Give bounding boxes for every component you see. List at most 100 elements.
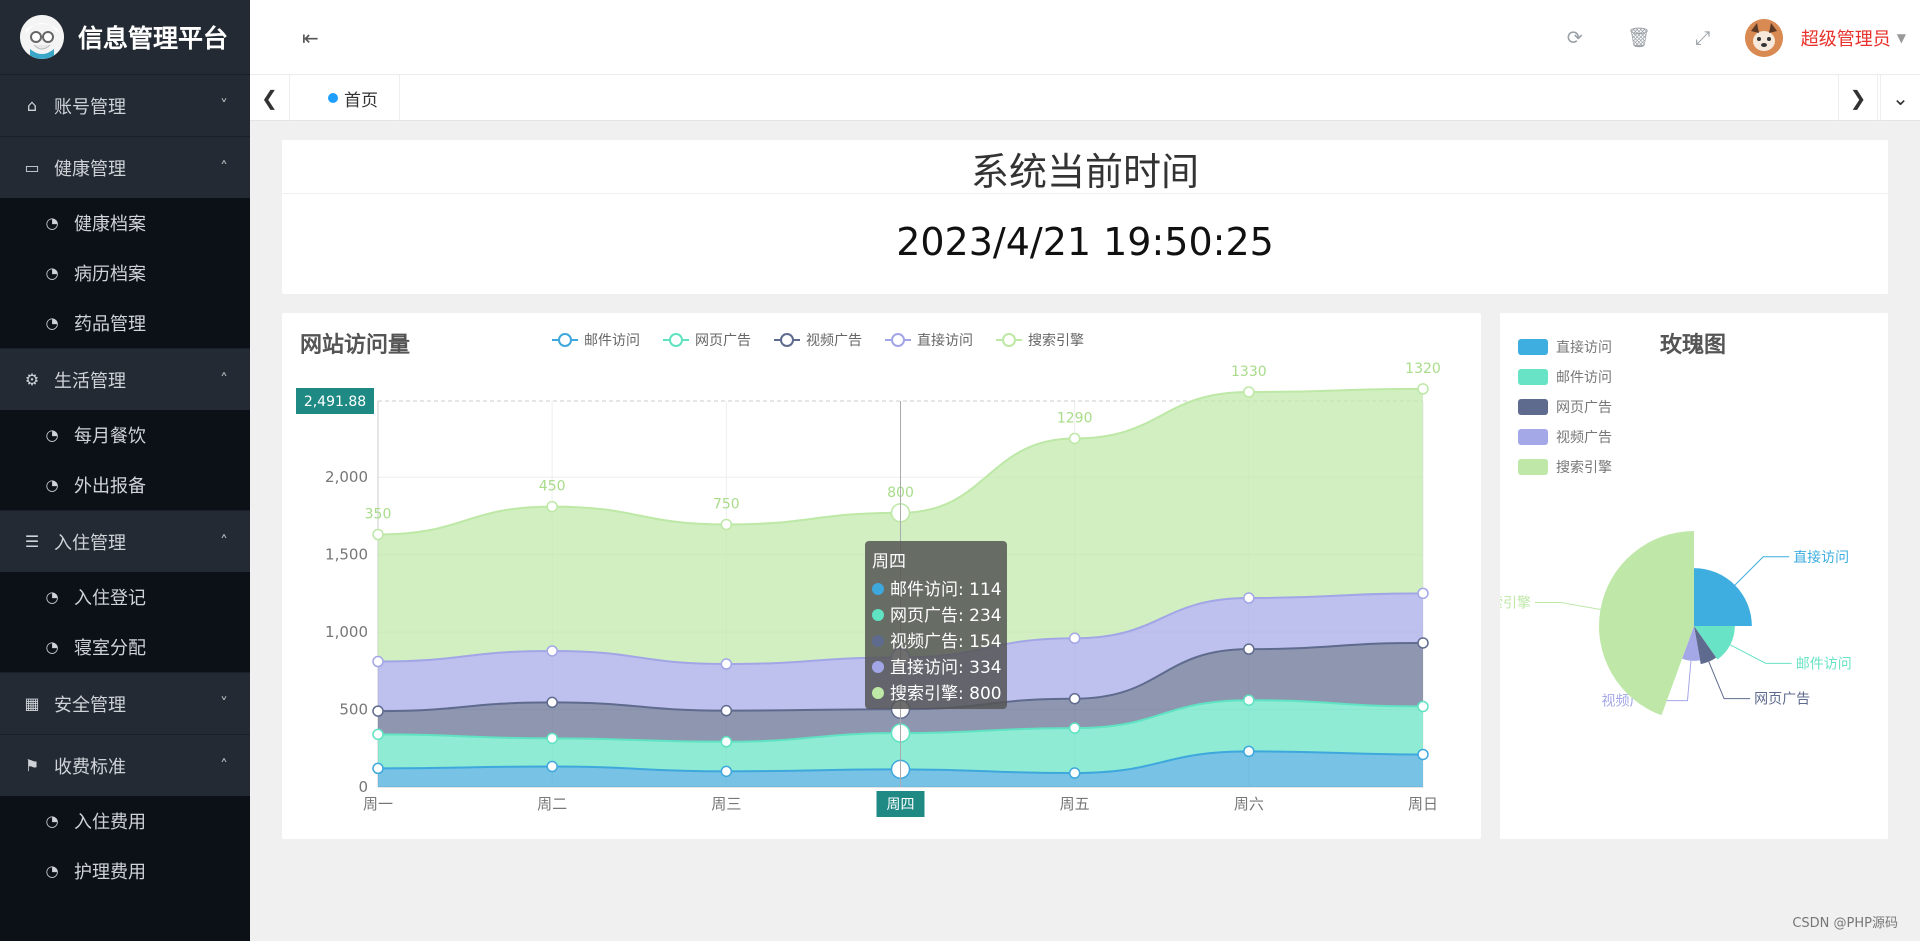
data-point[interactable] (1417, 637, 1429, 649)
tab-home[interactable]: 首页 (300, 75, 400, 121)
data-label: 450 (539, 479, 566, 495)
legend-item[interactable]: 网页广告 (1518, 399, 1612, 416)
data-point[interactable] (1068, 632, 1081, 645)
chevron-down-icon: ˅ (220, 96, 228, 115)
legend-item[interactable]: 直接访问 (1518, 339, 1612, 356)
legend-item[interactable]: 视频广告 (1518, 429, 1612, 446)
data-point[interactable] (546, 696, 558, 709)
sidebar-item[interactable]: ◔ 护理费用 (0, 846, 250, 896)
data-point[interactable] (720, 658, 733, 670)
trash-icon[interactable]: 🗑 (1607, 26, 1671, 49)
dashboard-icon: ◔ (45, 476, 59, 494)
data-point[interactable] (372, 528, 384, 541)
data-label: 350 (365, 507, 392, 523)
data-point[interactable] (1243, 643, 1255, 655)
data-point[interactable] (546, 645, 558, 657)
document-icon: ☰ (24, 532, 40, 551)
gears-icon: ⚙ (24, 370, 40, 389)
data-point[interactable] (1243, 592, 1255, 604)
legend-item[interactable]: 邮件访问 (552, 333, 640, 349)
x-pointer-label: 周四 (887, 797, 915, 813)
legend-label: 网页广告 (1556, 400, 1612, 416)
slice-label: 网页广告 (1754, 692, 1810, 708)
sidebar-group-title[interactable]: ▭ 健康管理 ˄ (0, 136, 250, 198)
tooltip-row: 邮件访问: 114 (890, 580, 1002, 600)
data-point[interactable] (1417, 383, 1429, 395)
app-logo[interactable]: 信息管理平台 (0, 0, 250, 74)
fold-menu-icon[interactable]: ⇤ (302, 26, 319, 50)
legend-item[interactable]: 搜索引擎 (996, 332, 1084, 349)
sidebar-item-label: 入住登记 (74, 588, 146, 609)
legend-item[interactable]: 搜索引擎 (1518, 459, 1612, 476)
tab-scroll-left-icon[interactable]: ❮ (250, 75, 290, 121)
sidebar-group-title[interactable]: ⚙ 生活管理 ˄ (0, 348, 250, 410)
sidebar-group-title[interactable]: ⚑ 收费标准 ˄ (0, 734, 250, 796)
legend-label: 邮件访问 (584, 333, 640, 349)
submenu: ◔ 每月餐饮 ◔ 外出报备 (0, 410, 250, 510)
data-point[interactable] (1417, 700, 1429, 713)
sidebar-group-title[interactable]: ⌂ 账号管理 ˅ (0, 74, 250, 136)
user-name[interactable]: 超级管理员 (1801, 25, 1891, 51)
data-point[interactable] (372, 762, 384, 775)
sidebar-item-label: 寝室分配 (74, 638, 146, 659)
tab-scroll-right-icon[interactable]: ❯ (1838, 75, 1878, 121)
data-point[interactable] (1068, 692, 1081, 705)
line-chart[interactable]: 邮件访问 网页广告 视频广告 直接访问 搜索引擎 0 500 1,000 1,500 2,000 3… (282, 313, 1481, 839)
data-point[interactable] (720, 704, 733, 717)
sidebar-item[interactable]: ◔ 药品管理 (0, 298, 250, 348)
data-label: 750 (713, 496, 740, 512)
caret-down-icon[interactable]: ▼ (1897, 31, 1906, 45)
sidebar-group-label: 健康管理 (54, 158, 126, 180)
legend-item[interactable]: 视频广告 (774, 333, 862, 349)
rose-chart[interactable]: 直接访问邮件访问网页广告视频广告搜索引擎直接访问邮件访问网页广告视频广告搜索引擎 (1500, 313, 1888, 839)
data-point[interactable] (1243, 745, 1255, 758)
legend-label: 邮件访问 (1556, 370, 1612, 386)
data-point[interactable] (372, 655, 384, 668)
data-point[interactable] (1417, 587, 1429, 600)
data-point[interactable] (1068, 432, 1081, 445)
legend-item[interactable]: 直接访问 (885, 332, 973, 349)
sidebar-menu: ⌂ 账号管理 ˅ ▭ 健康管理 ˄ ◔ 健康档案 ◔ 病历档案 ◔ 药品管理 ⚙ 生活管理 ˄ ◔ 每月餐饮 ◔ 外… (0, 74, 250, 896)
dashboard-icon: ◔ (45, 638, 59, 656)
data-point[interactable] (1243, 386, 1255, 398)
tab-more-icon[interactable]: ⌄ (1880, 75, 1920, 121)
legend-item[interactable]: 网页广告 (663, 333, 751, 349)
data-point[interactable] (372, 728, 384, 741)
sidebar-item[interactable]: ◔ 健康档案 (0, 198, 250, 248)
sidebar-item[interactable]: ◔ 寝室分配 (0, 622, 250, 672)
active-dot-icon (328, 93, 338, 103)
data-point[interactable] (720, 518, 733, 531)
data-point[interactable] (1068, 767, 1081, 779)
sidebar-group-title[interactable]: ☰ 入住管理 ˄ (0, 510, 250, 572)
topbar: ⇤ ⟳ 🗑 ⤢ 超级管理员 ▼ (250, 0, 1920, 75)
sidebar-item[interactable]: ◔ 入住费用 (0, 796, 250, 846)
data-point[interactable] (546, 500, 558, 513)
refresh-icon[interactable]: ⟳ (1543, 27, 1607, 49)
tooltip: 周四邮件访问: 114 网页广告: 234 视频广告: 154 直接访问: 334 搜索… (865, 541, 1007, 709)
data-point[interactable] (546, 732, 558, 745)
sidebar-item[interactable]: ◔ 入住登记 (0, 572, 250, 622)
sidebar-item[interactable]: ◔ 每月餐饮 (0, 410, 250, 460)
data-point[interactable] (720, 765, 733, 778)
avatar[interactable] (1744, 18, 1783, 57)
sidebar-item-label: 药品管理 (74, 314, 146, 335)
calendar-icon: ▦ (24, 694, 40, 713)
fullscreen-icon[interactable]: ⤢ (1671, 27, 1735, 49)
sidebar-item[interactable]: ◔ 病历档案 (0, 248, 250, 298)
sidebar-group-title[interactable]: ▦ 安全管理 ˅ (0, 672, 250, 734)
sidebar-item[interactable]: ◔ 外出报备 (0, 460, 250, 510)
data-point[interactable] (1068, 722, 1081, 734)
tooltip-marker (872, 609, 884, 621)
rose-slice[interactable] (1598, 531, 1694, 716)
data-point[interactable] (372, 705, 384, 717)
data-point[interactable] (546, 760, 558, 773)
data-point[interactable] (1417, 748, 1429, 761)
dashboard-icon: ◔ (45, 214, 59, 232)
legend-label: 网页广告 (695, 333, 751, 349)
legend-item[interactable]: 邮件访问 (1518, 369, 1612, 386)
data-point[interactable] (1243, 694, 1255, 707)
tooltip-row: 视频广告: 154 (890, 632, 1002, 652)
data-point[interactable] (720, 736, 733, 748)
slice-label: 邮件访问 (1796, 656, 1852, 672)
sidebar-item-label: 健康档案 (74, 214, 146, 235)
